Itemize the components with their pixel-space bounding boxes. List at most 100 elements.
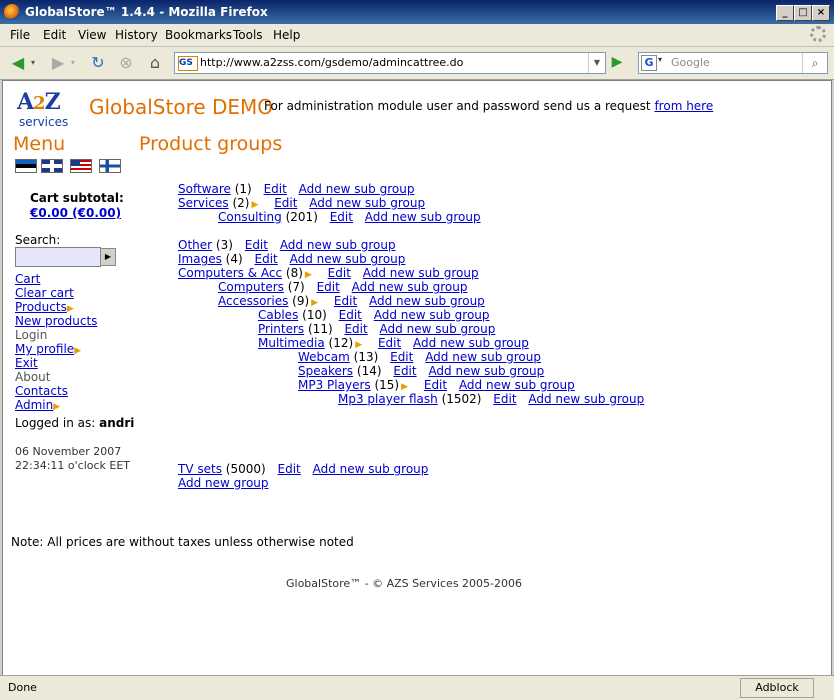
group-name-link[interactable]: Multimedia xyxy=(258,336,325,350)
sidebar-item-contacts[interactable]: Contacts xyxy=(15,384,68,398)
add-sub-group-link[interactable]: Add new sub group xyxy=(459,378,575,392)
finland-flag-icon[interactable] xyxy=(99,159,121,173)
add-sub-group-link[interactable]: Add new sub group xyxy=(309,196,425,210)
group-name-link[interactable]: Images xyxy=(178,252,222,266)
group-name-link[interactable]: Cables xyxy=(258,308,298,322)
edit-link[interactable]: Edit xyxy=(334,294,357,308)
minimize-button[interactable]: _ xyxy=(776,5,794,21)
add-sub-group-link[interactable]: Add new sub group xyxy=(290,252,406,266)
menu-history[interactable]: History xyxy=(115,28,158,42)
group-name-link[interactable]: Speakers xyxy=(298,364,353,378)
back-icon[interactable]: ◀ xyxy=(8,53,28,73)
sidebar-item-my-profile[interactable]: My profile▶ xyxy=(15,342,81,356)
edit-link[interactable]: Edit xyxy=(317,280,340,294)
add-sub-group-link[interactable]: Add new sub group xyxy=(380,322,496,336)
magnifier-icon[interactable]: ⌕ xyxy=(802,53,827,73)
reload-icon[interactable]: ↻ xyxy=(88,53,108,73)
us-flag-icon[interactable] xyxy=(70,159,92,173)
search-submit-icon[interactable]: ▶ xyxy=(100,248,116,266)
url-text[interactable]: http://www.a2zss.com/gsdemo/admincattree… xyxy=(200,56,463,69)
engine-dropdown-icon[interactable]: ▾ xyxy=(658,55,662,64)
sidebar-item-new-products[interactable]: New products xyxy=(15,314,97,328)
group-name-link[interactable]: Webcam xyxy=(298,350,350,364)
sidebar-item-label[interactable]: Contacts xyxy=(15,384,68,398)
add-sub-group-link[interactable]: Add new sub group xyxy=(425,350,541,364)
edit-link[interactable]: Edit xyxy=(493,392,516,406)
group-name-link[interactable]: Computers & Acc xyxy=(178,266,282,280)
sidebar-item-label[interactable]: About xyxy=(15,370,50,384)
group-name-link[interactable]: MP3 Players xyxy=(298,378,371,392)
go-icon[interactable]: ▶ xyxy=(608,53,626,71)
add-sub-group-link[interactable]: Add new sub group xyxy=(428,364,544,378)
edit-link[interactable]: Edit xyxy=(255,252,278,266)
a2z-logo[interactable]: A2Z services xyxy=(17,89,87,129)
sidebar-item-admin[interactable]: Admin▶ xyxy=(15,398,60,412)
search-bar[interactable]: G ▾ Google ⌕ xyxy=(638,52,828,74)
edit-link[interactable]: Edit xyxy=(424,378,447,392)
group-name-link[interactable]: Other xyxy=(178,238,212,252)
group-name-link[interactable]: Consulting xyxy=(218,210,282,224)
sidebar-item-label[interactable]: My profile xyxy=(15,342,74,356)
menu-bookmarks[interactable]: Bookmarks xyxy=(165,28,232,42)
uk-flag-icon[interactable] xyxy=(41,159,63,173)
estonia-flag-icon[interactable] xyxy=(15,159,37,173)
admin-request-link[interactable]: from here xyxy=(654,99,713,113)
edit-link[interactable]: Edit xyxy=(393,364,416,378)
cart-subtotal-value[interactable]: €0.00 (€0.00) xyxy=(30,206,121,220)
add-sub-group-link[interactable]: Add new sub group xyxy=(313,462,429,476)
edit-link[interactable]: Edit xyxy=(390,350,413,364)
group-name-link[interactable]: Computers xyxy=(218,280,284,294)
group-name-link[interactable]: Accessories xyxy=(218,294,288,308)
stop-icon[interactable]: ⊗ xyxy=(116,53,136,73)
edit-link[interactable]: Edit xyxy=(344,322,367,336)
sidebar-item-about[interactable]: About xyxy=(15,370,50,384)
search-input[interactable] xyxy=(15,247,101,267)
group-name-link[interactable]: Mp3 player flash xyxy=(338,392,438,406)
sidebar-item-label[interactable]: Exit xyxy=(15,356,38,370)
edit-link[interactable]: Edit xyxy=(339,308,362,322)
url-bar[interactable]: GS http://www.a2zss.com/gsdemo/admincatt… xyxy=(174,52,606,74)
group-name-link[interactable]: Software xyxy=(178,182,231,196)
sidebar-item-products[interactable]: Products▶ xyxy=(15,300,74,314)
menu-view[interactable]: View xyxy=(78,28,106,42)
close-button[interactable]: × xyxy=(812,5,830,21)
add-sub-group-link[interactable]: Add new sub group xyxy=(299,182,415,196)
maximize-button[interactable]: □ xyxy=(794,5,812,21)
add-sub-group-link[interactable]: Add new sub group xyxy=(369,294,485,308)
add-sub-group-link[interactable]: Add new sub group xyxy=(374,308,490,322)
edit-link[interactable]: Edit xyxy=(245,238,268,252)
menu-edit[interactable]: Edit xyxy=(43,28,66,42)
sidebar-item-login[interactable]: Login xyxy=(15,328,47,342)
sidebar-item-label[interactable]: Cart xyxy=(15,272,40,286)
add-sub-group-link[interactable]: Add new sub group xyxy=(280,238,396,252)
add-new-group-link[interactable]: Add new group xyxy=(178,476,269,490)
menu-tools[interactable]: Tools xyxy=(233,28,263,42)
sidebar-item-clear-cart[interactable]: Clear cart xyxy=(15,286,74,300)
edit-link[interactable]: Edit xyxy=(278,462,301,476)
forward-dropdown-icon[interactable]: ▾ xyxy=(68,53,78,73)
google-engine-icon[interactable]: G xyxy=(641,55,657,71)
sidebar-item-label[interactable]: New products xyxy=(15,314,97,328)
add-sub-group-link[interactable]: Add new sub group xyxy=(365,210,481,224)
sidebar-item-label[interactable]: Clear cart xyxy=(15,286,74,300)
edit-link[interactable]: Edit xyxy=(274,196,297,210)
edit-link[interactable]: Edit xyxy=(328,266,351,280)
forward-icon[interactable]: ▶ xyxy=(48,53,68,73)
sidebar-item-label[interactable]: Products xyxy=(15,300,67,314)
edit-link[interactable]: Edit xyxy=(378,336,401,350)
add-sub-group-link[interactable]: Add new sub group xyxy=(363,266,479,280)
menu-help[interactable]: Help xyxy=(273,28,300,42)
edit-link[interactable]: Edit xyxy=(264,182,287,196)
sidebar-item-label[interactable]: Admin xyxy=(15,398,53,412)
add-sub-group-link[interactable]: Add new sub group xyxy=(528,392,644,406)
sidebar-item-label[interactable]: Login xyxy=(15,328,47,342)
adblock-button[interactable]: Adblock xyxy=(740,678,814,698)
group-name-link[interactable]: Printers xyxy=(258,322,304,336)
group-name-link[interactable]: TV sets xyxy=(178,462,222,476)
url-dropdown-icon[interactable]: ▼ xyxy=(588,53,605,73)
add-sub-group-link[interactable]: Add new sub group xyxy=(352,280,468,294)
edit-link[interactable]: Edit xyxy=(330,210,353,224)
sidebar-item-cart[interactable]: Cart xyxy=(15,272,40,286)
menu-file[interactable]: File xyxy=(10,28,30,42)
home-icon[interactable]: ⌂ xyxy=(145,53,165,73)
